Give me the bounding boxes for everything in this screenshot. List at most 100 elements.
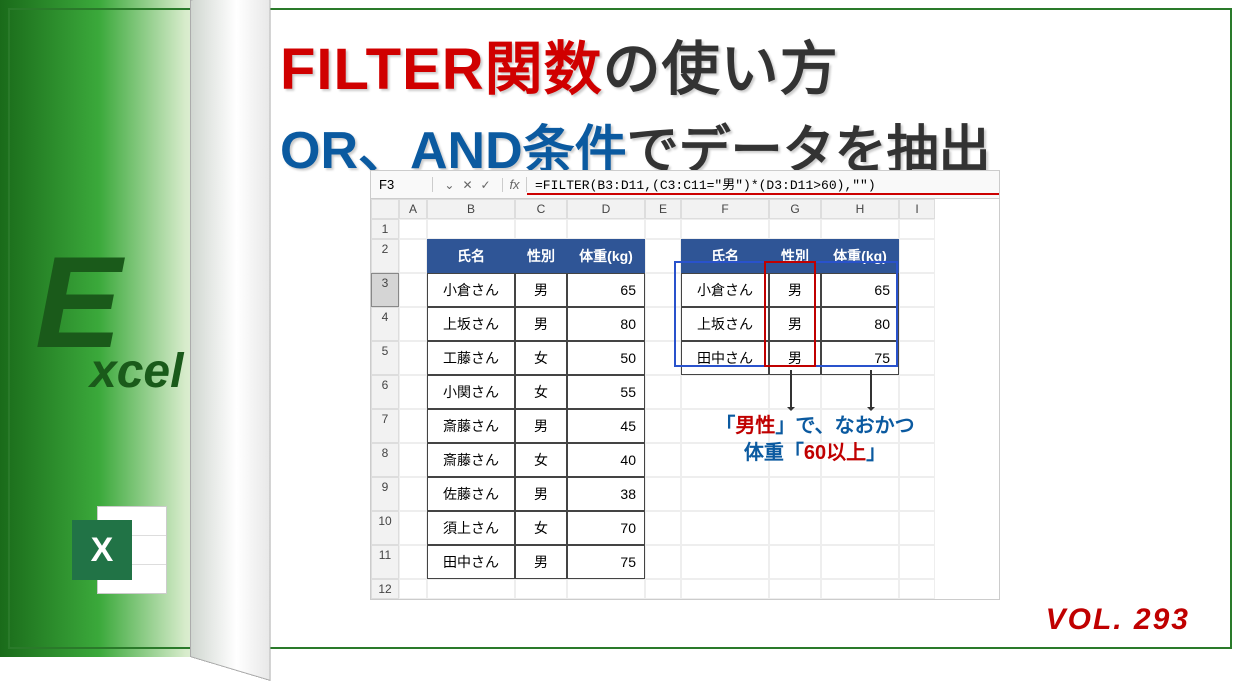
src-weight[interactable]: 38 [567,477,645,511]
cell[interactable] [645,273,681,307]
src-weight[interactable]: 45 [567,409,645,443]
src-weight[interactable]: 65 [567,273,645,307]
cell[interactable] [899,545,935,579]
cancel-icon[interactable]: ✕ [462,178,472,192]
src-name[interactable]: 上坂さん [427,307,515,341]
src-weight[interactable]: 55 [567,375,645,409]
enter-icon[interactable]: ✓ [481,178,491,192]
cell[interactable] [399,443,427,477]
cell[interactable] [769,375,821,409]
row-8[interactable]: 8 [371,443,399,477]
th-gender[interactable]: 性別 [515,239,567,273]
cell[interactable] [821,511,899,545]
col-a[interactable]: A [399,199,427,219]
cell[interactable] [399,579,427,599]
th-name-r[interactable]: 氏名 [681,239,769,273]
src-gender[interactable]: 女 [515,443,567,477]
res-gender[interactable]: 男 [769,341,821,375]
col-b[interactable]: B [427,199,515,219]
row-4[interactable]: 4 [371,307,399,341]
src-weight[interactable]: 50 [567,341,645,375]
select-all-corner[interactable] [371,199,399,219]
cell[interactable] [899,219,935,239]
cell[interactable] [399,307,427,341]
cell[interactable] [899,579,935,599]
cell[interactable] [399,219,427,239]
row-7[interactable]: 7 [371,409,399,443]
src-weight[interactable]: 70 [567,511,645,545]
src-weight[interactable]: 75 [567,545,645,579]
res-gender[interactable]: 男 [769,273,821,307]
fx-icon[interactable]: fx [503,177,527,192]
cell[interactable] [427,579,515,599]
th-weight[interactable]: 体重(kg) [567,239,645,273]
src-gender[interactable]: 女 [515,511,567,545]
cell[interactable] [515,219,567,239]
cell[interactable] [645,239,681,273]
cell[interactable] [821,477,899,511]
col-c[interactable]: C [515,199,567,219]
cell[interactable] [645,375,681,409]
src-name[interactable]: 斎藤さん [427,409,515,443]
src-name[interactable]: 小関さん [427,375,515,409]
cell[interactable] [899,307,935,341]
cell[interactable] [399,375,427,409]
col-f[interactable]: F [681,199,769,219]
cell[interactable] [681,477,769,511]
src-name[interactable]: 斎藤さん [427,443,515,477]
cell[interactable] [645,579,681,599]
cell[interactable] [645,511,681,545]
col-e[interactable]: E [645,199,681,219]
row-12[interactable]: 12 [371,579,399,599]
src-name[interactable]: 工藤さん [427,341,515,375]
cell[interactable] [567,579,645,599]
cell[interactable] [645,409,681,443]
name-box[interactable]: F3 [371,177,433,192]
src-name[interactable]: 須上さん [427,511,515,545]
row-2[interactable]: 2 [371,239,399,273]
res-name[interactable]: 上坂さん [681,307,769,341]
cell[interactable] [899,273,935,307]
src-weight[interactable]: 80 [567,307,645,341]
cell[interactable] [769,579,821,599]
row-6[interactable]: 6 [371,375,399,409]
src-name[interactable]: 小倉さん [427,273,515,307]
cell[interactable] [645,341,681,375]
formula-input[interactable]: =FILTER(B3:D11,(C3:C11="男")*(D3:D11>60),… [527,175,999,195]
cell[interactable] [769,477,821,511]
cell-grid[interactable]: A B C D E F G H I 1 2 氏名 性別 体重(kg) 氏名 性別… [371,199,999,599]
cell[interactable] [399,409,427,443]
cell[interactable] [399,477,427,511]
res-name[interactable]: 田中さん [681,341,769,375]
cell[interactable] [821,545,899,579]
row-5[interactable]: 5 [371,341,399,375]
th-name[interactable]: 氏名 [427,239,515,273]
cell[interactable] [821,579,899,599]
cell[interactable] [399,239,427,273]
cell[interactable] [769,219,821,239]
cell[interactable] [681,219,769,239]
th-gender-r[interactable]: 性別 [769,239,821,273]
src-gender[interactable]: 男 [515,273,567,307]
src-name[interactable]: 田中さん [427,545,515,579]
src-weight[interactable]: 40 [567,443,645,477]
res-weight[interactable]: 75 [821,341,899,375]
src-gender[interactable]: 男 [515,307,567,341]
cell[interactable] [399,545,427,579]
cell[interactable] [427,219,515,239]
row-10[interactable]: 10 [371,511,399,545]
col-d[interactable]: D [567,199,645,219]
cell[interactable] [821,375,899,409]
cell[interactable] [399,273,427,307]
dropdown-icon[interactable]: ⌄ [444,178,454,192]
row-3[interactable]: 3 [371,273,399,307]
cell[interactable] [899,239,935,273]
row-11[interactable]: 11 [371,545,399,579]
cell[interactable] [399,511,427,545]
row-1[interactable]: 1 [371,219,399,239]
cell[interactable] [645,307,681,341]
cell[interactable] [769,545,821,579]
res-gender[interactable]: 男 [769,307,821,341]
cell[interactable] [769,511,821,545]
cell[interactable] [645,443,681,477]
